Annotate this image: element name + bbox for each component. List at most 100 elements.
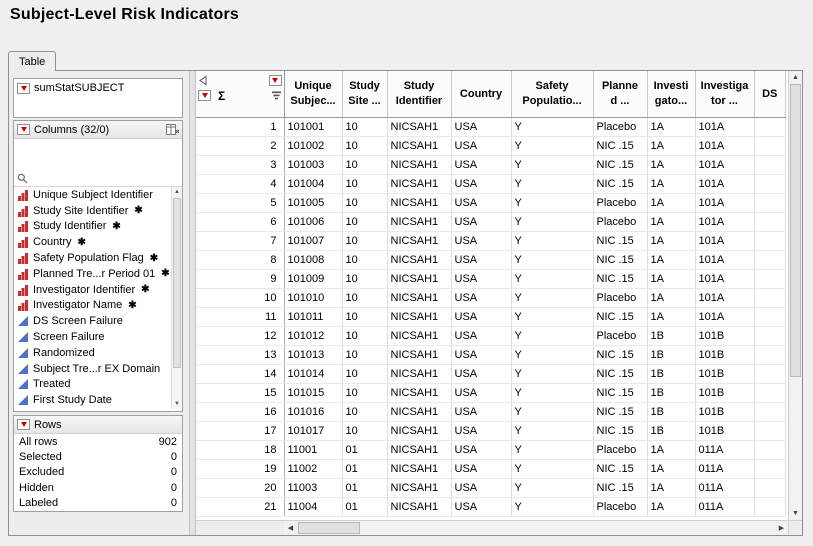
- cell[interactable]: USA: [451, 402, 511, 421]
- cell[interactable]: USA: [451, 345, 511, 364]
- cell[interactable]: [754, 402, 786, 421]
- cell[interactable]: 1A: [647, 478, 695, 497]
- scroll-left-icon[interactable]: ◀: [284, 521, 297, 535]
- cell[interactable]: NIC .15: [593, 250, 647, 269]
- cell[interactable]: NICSAH1: [387, 136, 451, 155]
- cell[interactable]: Placebo: [593, 288, 647, 307]
- row-number[interactable]: 9: [196, 269, 284, 288]
- cell[interactable]: 10: [342, 117, 387, 136]
- cell[interactable]: Y: [511, 345, 593, 364]
- cell[interactable]: Placebo: [593, 212, 647, 231]
- cell[interactable]: Y: [511, 155, 593, 174]
- cell[interactable]: 101B: [695, 383, 754, 402]
- cell[interactable]: USA: [451, 288, 511, 307]
- table-menu-icon[interactable]: [17, 83, 30, 94]
- column-list-item[interactable]: Safety Population Flag✱: [14, 250, 171, 266]
- summary-sigma-icon[interactable]: Σ: [218, 89, 225, 103]
- cell[interactable]: 011A: [695, 459, 754, 478]
- cell[interactable]: 101017: [284, 421, 342, 440]
- row-number[interactable]: 10: [196, 288, 284, 307]
- cell[interactable]: NICSAH1: [387, 231, 451, 250]
- row-stat[interactable]: All rows902: [14, 434, 182, 449]
- cell[interactable]: Y: [511, 231, 593, 250]
- cell[interactable]: Y: [511, 421, 593, 440]
- column-list-item[interactable]: Treated: [14, 377, 171, 393]
- cell[interactable]: 11004: [284, 497, 342, 516]
- cell[interactable]: 10: [342, 326, 387, 345]
- cell[interactable]: NIC .15: [593, 478, 647, 497]
- column-list-item[interactable]: DS Screen Failure: [14, 313, 171, 329]
- scrollbar-thumb[interactable]: [790, 84, 801, 377]
- cell[interactable]: 011A: [695, 440, 754, 459]
- column-header[interactable]: Safety Populatio...: [511, 71, 593, 117]
- cell[interactable]: USA: [451, 250, 511, 269]
- cell[interactable]: Placebo: [593, 193, 647, 212]
- column-header[interactable]: Study Site ...: [342, 71, 387, 117]
- cell[interactable]: 101B: [695, 364, 754, 383]
- column-list-item[interactable]: Screen Failure: [14, 329, 171, 345]
- cell[interactable]: 1A: [647, 307, 695, 326]
- cell[interactable]: 10: [342, 155, 387, 174]
- cell[interactable]: USA: [451, 383, 511, 402]
- cell[interactable]: NIC .15: [593, 402, 647, 421]
- cell[interactable]: USA: [451, 193, 511, 212]
- cell[interactable]: 10: [342, 174, 387, 193]
- cell[interactable]: [754, 193, 786, 212]
- cell[interactable]: 101008: [284, 250, 342, 269]
- cell[interactable]: NICSAH1: [387, 212, 451, 231]
- cell[interactable]: NIC .15: [593, 345, 647, 364]
- cell[interactable]: 101007: [284, 231, 342, 250]
- cell[interactable]: Placebo: [593, 497, 647, 516]
- cell[interactable]: NICSAH1: [387, 364, 451, 383]
- cell[interactable]: Y: [511, 402, 593, 421]
- row-number[interactable]: 20: [196, 478, 284, 497]
- cell[interactable]: 10: [342, 193, 387, 212]
- cell[interactable]: Y: [511, 212, 593, 231]
- column-list-item[interactable]: Study Identifier✱: [14, 219, 171, 235]
- cell[interactable]: Y: [511, 269, 593, 288]
- cell[interactable]: 101A: [695, 136, 754, 155]
- cell[interactable]: 101A: [695, 212, 754, 231]
- sidebar-splitter[interactable]: [189, 71, 196, 535]
- cell[interactable]: [754, 288, 786, 307]
- cell[interactable]: 101001: [284, 117, 342, 136]
- cell[interactable]: USA: [451, 136, 511, 155]
- cell[interactable]: NIC .15: [593, 383, 647, 402]
- cell[interactable]: USA: [451, 307, 511, 326]
- cell[interactable]: USA: [451, 269, 511, 288]
- cell[interactable]: NICSAH1: [387, 326, 451, 345]
- row-number[interactable]: 8: [196, 250, 284, 269]
- cell[interactable]: USA: [451, 478, 511, 497]
- cell[interactable]: 101016: [284, 402, 342, 421]
- column-list-item[interactable]: Randomized: [14, 345, 171, 361]
- cell[interactable]: [754, 440, 786, 459]
- cell[interactable]: 10: [342, 250, 387, 269]
- cell[interactable]: NICSAH1: [387, 459, 451, 478]
- cell[interactable]: 101A: [695, 193, 754, 212]
- cell[interactable]: 10: [342, 421, 387, 440]
- cell[interactable]: 10: [342, 307, 387, 326]
- rows-menu-icon[interactable]: [17, 419, 30, 430]
- cell[interactable]: [754, 364, 786, 383]
- row-number[interactable]: 18: [196, 440, 284, 459]
- cell[interactable]: 101006: [284, 212, 342, 231]
- cell[interactable]: 10: [342, 231, 387, 250]
- row-stat[interactable]: Labeled0: [14, 496, 182, 511]
- row-number[interactable]: 3: [196, 155, 284, 174]
- cell[interactable]: 1B: [647, 345, 695, 364]
- scroll-down-icon[interactable]: ▼: [789, 507, 802, 520]
- cell[interactable]: [754, 326, 786, 345]
- cell[interactable]: 101A: [695, 117, 754, 136]
- cell[interactable]: USA: [451, 117, 511, 136]
- cell[interactable]: 10: [342, 212, 387, 231]
- cell[interactable]: 101002: [284, 136, 342, 155]
- scrollbar-thumb[interactable]: [298, 522, 360, 534]
- column-header[interactable]: Planne d ...: [593, 71, 647, 117]
- cell[interactable]: 101A: [695, 307, 754, 326]
- row-stat[interactable]: Excluded0: [14, 465, 182, 480]
- cell[interactable]: NICSAH1: [387, 117, 451, 136]
- column-header[interactable]: Study Identifier: [387, 71, 451, 117]
- cell[interactable]: NIC .15: [593, 174, 647, 193]
- tab-table[interactable]: Table: [8, 51, 56, 71]
- cell[interactable]: Y: [511, 250, 593, 269]
